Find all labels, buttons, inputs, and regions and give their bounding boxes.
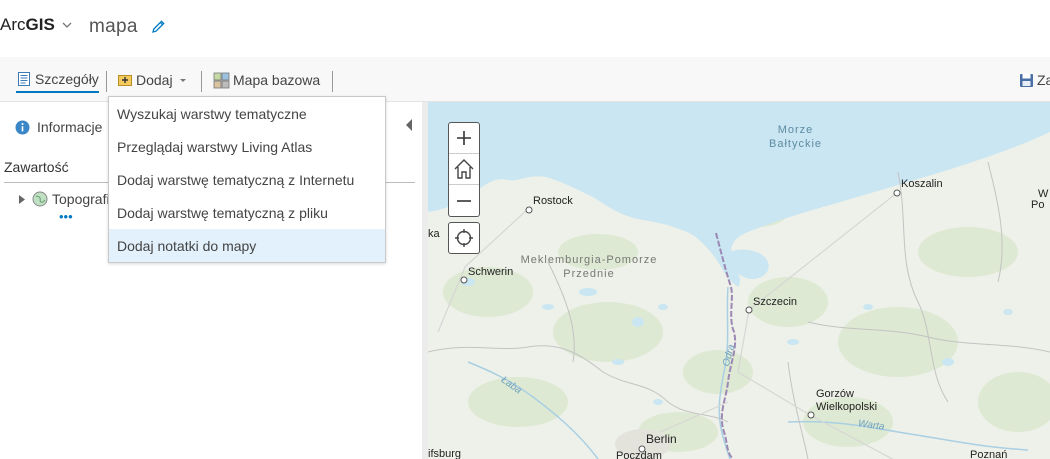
save-icon	[1020, 73, 1033, 87]
city-label-poczdam: Poczdam	[616, 450, 662, 459]
add-layer-icon	[118, 75, 132, 86]
city-label-poznan: Poznań	[970, 449, 1008, 459]
city-label-rostock: Rostock	[533, 195, 573, 207]
basemap-button[interactable]: Mapa bazowa	[213, 69, 320, 91]
caret-down-icon	[179, 79, 186, 82]
zoom-in-button[interactable]	[449, 123, 479, 154]
contents-heading: Zawartość	[4, 159, 69, 175]
city-label-koszalin: Koszalin	[901, 178, 943, 190]
toolbar-divider	[201, 71, 202, 92]
add-button[interactable]: Dodaj	[117, 69, 191, 91]
details-button[interactable]: Szczegóły	[16, 69, 99, 93]
globe-icon	[32, 191, 48, 207]
city-label-edge-right-2: Po	[1031, 199, 1045, 211]
toolbar-divider	[332, 71, 333, 92]
plus-icon	[457, 131, 471, 145]
city-label-schwerin: Schwerin	[468, 266, 514, 278]
add-label: Dodaj	[136, 72, 173, 88]
region-label-line2: Przednie	[563, 268, 615, 280]
toolbar-divider	[106, 71, 107, 92]
add-dropdown-menu: Wyszukaj warstwy tematyczne Przeglądaj w…	[108, 96, 386, 263]
city-label-gorzow-line1: Gorzów	[816, 388, 854, 400]
menu-item-add-map-notes[interactable]: Dodaj notatki do mapy	[109, 229, 385, 262]
info-tab[interactable]: Informacje	[15, 119, 102, 135]
sea-label-line2: Bałtyckie	[768, 138, 823, 150]
minus-icon	[457, 199, 471, 202]
expand-triangle-icon[interactable]	[18, 194, 27, 205]
menu-item-search-layers[interactable]: Wyszukaj warstwy tematyczne	[109, 97, 385, 130]
pencil-icon[interactable]	[150, 19, 166, 35]
menu-item-browse-living-atlas[interactable]: Przeglądaj warstwy Living Atlas	[109, 130, 385, 163]
menu-item-add-from-web[interactable]: Dodaj warstwę tematyczną z Internetu	[109, 163, 385, 196]
city-label-edge-left-bottom: ifsburg	[428, 448, 462, 459]
details-label: Szczegóły	[35, 71, 99, 87]
layer-name: Topografi	[52, 191, 110, 207]
menu-item-add-from-file[interactable]: Dodaj warstwę tematyczną z pliku	[109, 196, 385, 229]
basemap-icon	[213, 72, 230, 88]
city-label-edge-left: ka	[428, 228, 440, 240]
region-label: Meklemburgia-Pomorze Przednie	[486, 253, 692, 281]
details-icon	[18, 72, 30, 86]
basemap-label: Mapa bazowa	[233, 72, 321, 88]
map-title: mapa	[89, 16, 138, 37]
info-tab-label: Informacje	[37, 119, 103, 135]
locate-crosshair-icon	[455, 229, 473, 247]
region-label-line1: Meklemburgia-Pomorze	[520, 254, 658, 266]
city-label-gorzow-line2: Wielkopolski	[816, 401, 878, 413]
layer-options-icon[interactable]: •••	[59, 210, 73, 223]
map-view[interactable]: Morze Bałtyckie Meklemburgia-Pomorze Prz…	[428, 102, 1050, 459]
home-button[interactable]	[449, 154, 479, 185]
sea-label-line1: Morze	[777, 124, 814, 136]
brand-bold: GIS	[25, 15, 55, 34]
brand-prefix: Arc	[0, 15, 26, 34]
zoom-controls	[448, 122, 480, 217]
arcgis-brand-menu[interactable]: Arc GIS	[0, 15, 72, 35]
home-icon	[454, 159, 474, 179]
zoom-out-button[interactable]	[449, 185, 479, 216]
city-label-berlin: Berlin	[646, 432, 677, 446]
layer-item[interactable]: Topografi	[18, 191, 110, 207]
chevron-down-icon	[62, 22, 72, 28]
info-icon	[15, 120, 30, 134]
save-label: Za	[1037, 72, 1050, 88]
app-header: Arc GIS mapa	[0, 0, 1050, 57]
save-button[interactable]: Za	[1019, 69, 1050, 91]
sea-label: Morze Bałtyckie	[768, 123, 823, 151]
locate-button[interactable]	[448, 222, 480, 254]
city-label-szczecin: Szczecin	[753, 296, 798, 308]
collapse-panel-icon[interactable]	[404, 118, 414, 132]
